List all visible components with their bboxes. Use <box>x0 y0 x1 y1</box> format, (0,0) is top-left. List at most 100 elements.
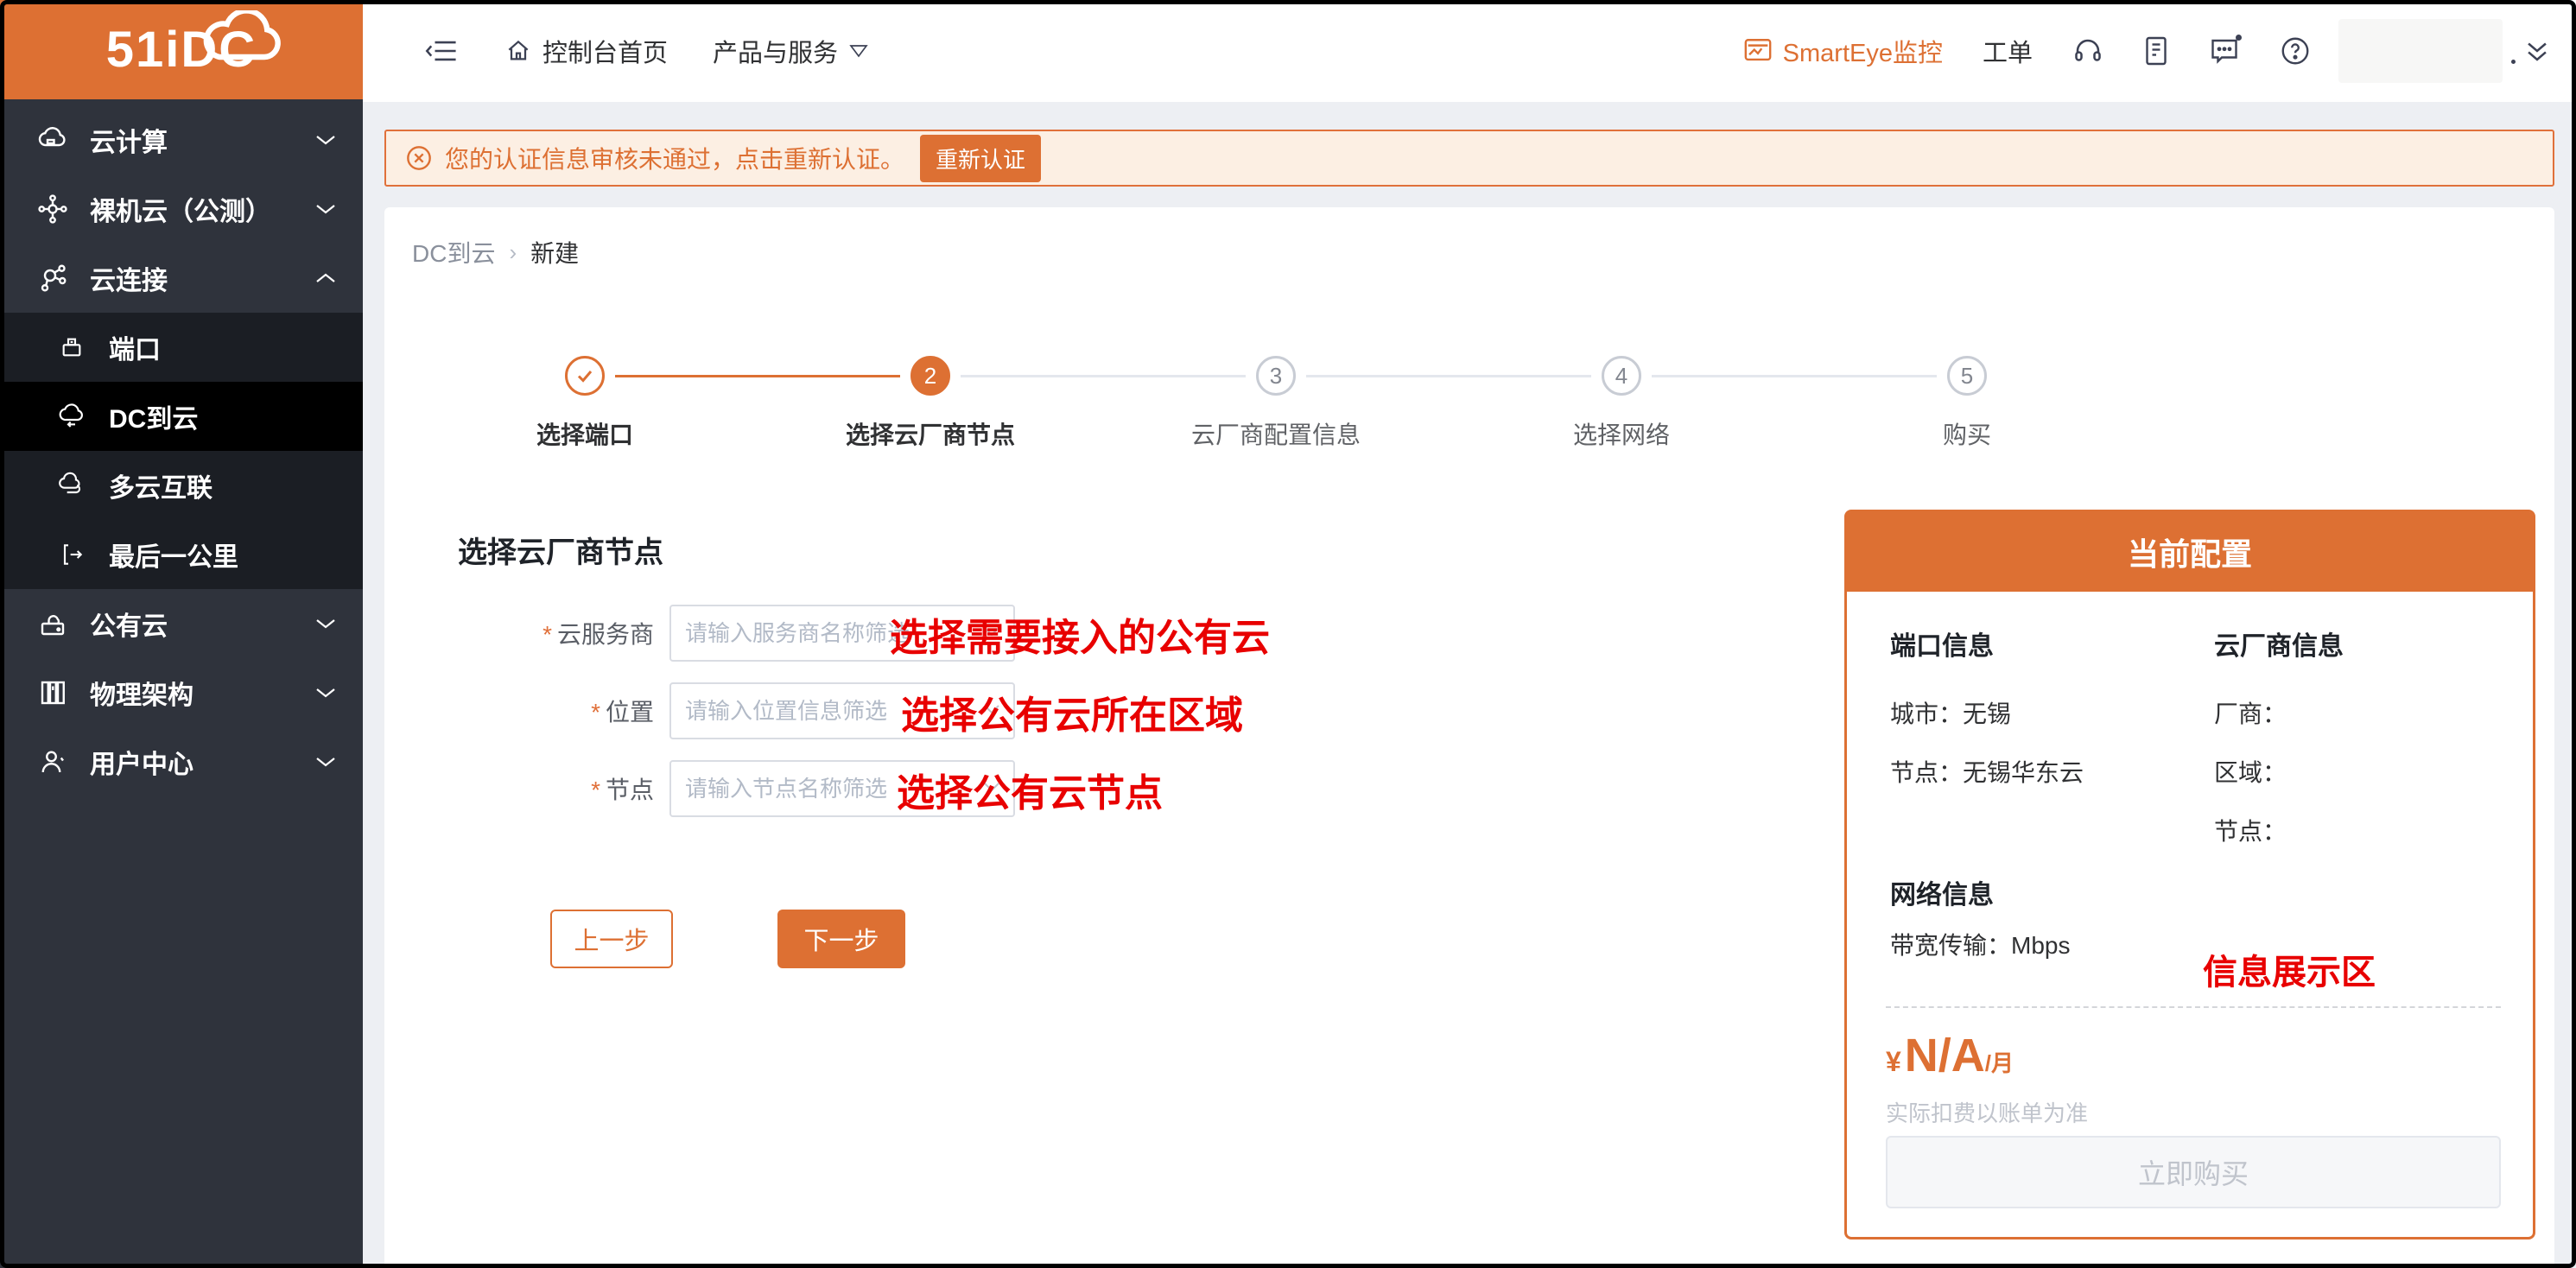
previous-step-button[interactable]: 上一步 <box>550 910 673 968</box>
chat-bubble-icon <box>2209 36 2240 66</box>
chevron-down-icon <box>314 617 337 631</box>
annotation-info-display-area: 信息展示区 <box>2203 944 2376 994</box>
price-display: ¥N/A/月 <box>1886 1029 2014 1082</box>
chevron-down-icon <box>314 686 337 700</box>
cloud-provider-label: 云服务商 <box>557 621 654 648</box>
section-title: 选择云厂商节点 <box>458 529 663 571</box>
bandwidth-line: 带宽传输：Mbps <box>1890 927 2070 961</box>
chevron-down-icon <box>314 755 337 769</box>
dropdown-triangle-icon <box>848 43 869 59</box>
chevron-down-icon <box>314 202 337 216</box>
annotation-node: 选择公有云节点 <box>897 762 1163 817</box>
brand-logo[interactable]: 51iDC <box>0 0 363 99</box>
public-cloud-icon <box>36 608 69 639</box>
sidebar-collapse-button[interactable] <box>425 36 460 66</box>
top-header: 控制台首页 产品与服务 SmartEye监控 工单 <box>363 0 2576 102</box>
price-divider <box>1886 1006 2501 1008</box>
home-icon <box>504 37 532 65</box>
sidebar-item-public-cloud[interactable]: 公有云 <box>0 589 363 658</box>
sidebar-item-multi-cloud[interactable]: 多云互联 <box>0 451 363 520</box>
vendor-line: 厂商： <box>2214 695 2344 730</box>
document-list-button[interactable] <box>2143 35 2169 67</box>
breadcrumb: DC到云 › 新建 <box>412 235 579 269</box>
step-3-circle: 3 <box>1256 356 1296 396</box>
node-label: 节点 <box>606 777 654 803</box>
smarteye-monitor-link[interactable]: SmartEye监控 <box>1743 33 1943 69</box>
step-3: 3 云厂商配置信息 <box>1120 356 1431 451</box>
multi-cloud-icon <box>57 472 86 499</box>
vendor-info-block: 云厂商信息 厂商： 区域： 节点： <box>2214 624 2344 847</box>
chevron-down-icon <box>314 133 337 147</box>
config-panel-title: 当前配置 <box>1847 512 2533 592</box>
brand-logo-text: 51iDC <box>106 21 257 79</box>
double-chevron-down-icon <box>2522 36 2552 66</box>
sidebar-item-user-center[interactable]: 用户中心 <box>0 727 363 796</box>
monitor-icon <box>1743 37 1773 65</box>
step-5: 5 购买 <box>1811 356 2122 451</box>
cloud-computing-icon <box>36 124 69 155</box>
required-marker: * <box>591 777 600 803</box>
sidebar-item-physical-architecture[interactable]: 物理架构 <box>0 658 363 727</box>
required-marker: * <box>542 621 552 648</box>
products-services-menu[interactable]: 产品与服务 <box>713 33 869 69</box>
required-marker: * <box>591 699 600 726</box>
document-icon <box>2143 35 2169 67</box>
port-city-line: 城市：无锡 <box>1890 695 2084 730</box>
currency-symbol: ¥ <box>1886 1046 1901 1078</box>
step-2: 2 选择云厂商节点 <box>775 356 1086 451</box>
step-2-circle: 2 <box>910 356 950 396</box>
node-line: 节点： <box>2214 813 2344 847</box>
price-unit: /月 <box>1985 1046 2014 1078</box>
user-account-redacted[interactable] <box>2338 19 2503 83</box>
sidebar: 51iDC 云计算 裸机云（公测） 云连接 <box>0 0 363 1268</box>
breadcrumb-separator: › <box>509 239 517 266</box>
messages-button[interactable] <box>2209 36 2240 66</box>
breadcrumb-parent[interactable]: DC到云 <box>412 235 495 269</box>
port-info-title: 端口信息 <box>1890 624 2084 663</box>
sidebar-item-bare-metal-cloud[interactable]: 裸机云（公测） <box>0 174 363 244</box>
sidebar-item-last-mile[interactable]: 最后一公里 <box>0 520 363 589</box>
current-config-panel: 当前配置 端口信息 城市：无锡 节点：无锡华东云 云厂商信息 厂商： 区域： 节… <box>1844 510 2535 1239</box>
user-name-dot <box>2511 60 2516 64</box>
port-info-block: 端口信息 城市：无锡 节点：无锡华东云 <box>1890 624 2084 789</box>
annotation-cloud-provider: 选择需要接入的公有云 <box>890 606 1270 662</box>
ticket-link[interactable]: 工单 <box>1983 33 2033 69</box>
buy-now-button[interactable]: 立即购买 <box>1886 1136 2501 1208</box>
vendor-info-title: 云厂商信息 <box>2214 624 2344 663</box>
user-center-icon <box>36 746 69 777</box>
sidebar-item-cloud-connect[interactable]: 云连接 <box>0 244 363 313</box>
console-home-link[interactable]: 控制台首页 <box>504 33 668 69</box>
chevron-up-icon <box>314 271 337 285</box>
verification-alert-banner: 您的认证信息审核未通过，点击重新认证。 重新认证 <box>384 130 2554 187</box>
help-button[interactable] <box>2280 35 2311 67</box>
account-menu-button[interactable] <box>2522 36 2552 66</box>
step-1-check-circle <box>565 356 605 396</box>
support-headset-button[interactable] <box>2072 35 2103 67</box>
check-icon <box>574 365 595 386</box>
bare-metal-icon <box>36 193 69 225</box>
price-amount: N/A <box>1905 1029 1985 1082</box>
physical-architecture-icon <box>36 677 69 708</box>
location-label: 位置 <box>606 699 654 726</box>
dc-to-cloud-icon <box>57 403 86 430</box>
content-panel: DC到云 › 新建 选择端口 2 选择云厂商节点 3 云厂商配置信息 4 选择网… <box>384 207 2554 1268</box>
step-4-circle: 4 <box>1602 356 1641 396</box>
next-step-button[interactable]: 下一步 <box>777 910 905 968</box>
question-circle-icon <box>2280 35 2311 67</box>
headset-icon <box>2072 35 2103 67</box>
step-4: 4 选择网络 <box>1466 356 1777 451</box>
sidebar-item-dc-to-cloud[interactable]: DC到云 <box>0 382 363 451</box>
main-content: 您的认证信息审核未通过，点击重新认证。 重新认证 DC到云 › 新建 选择端口 … <box>363 102 2576 1268</box>
step-5-circle: 5 <box>1947 356 1987 396</box>
re-verify-button[interactable]: 重新认证 <box>920 135 1041 182</box>
alert-message: 您的认证信息审核未通过，点击重新认证。 <box>445 141 904 175</box>
cloud-connect-submenu: 端口 DC到云 多云互联 最后一公里 <box>0 313 363 589</box>
price-note: 实际扣费以账单为准 <box>1886 1096 2088 1128</box>
sidebar-item-port[interactable]: 端口 <box>0 313 363 382</box>
region-line: 区域： <box>2214 754 2344 789</box>
error-circle-icon <box>405 144 433 172</box>
step-1: 选择端口 <box>429 356 740 451</box>
sidebar-item-cloud-computing[interactable]: 云计算 <box>0 105 363 174</box>
last-mile-icon <box>57 541 86 568</box>
cloud-connect-icon <box>36 263 69 294</box>
